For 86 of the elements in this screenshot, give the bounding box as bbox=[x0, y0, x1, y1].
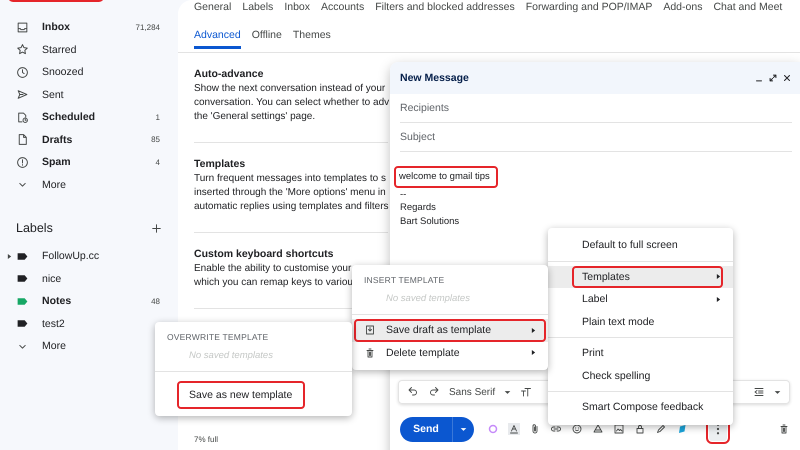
draft-icon bbox=[16, 133, 29, 146]
section-text: the 'General settings' page. bbox=[194, 110, 316, 124]
menu-heading: INSERT TEMPLATE bbox=[363, 274, 446, 287]
sidebar-item[interactable]: Scheduled 1 bbox=[0, 106, 178, 128]
menu-item[interactable]: Print bbox=[548, 342, 733, 364]
add-icon[interactable] bbox=[150, 222, 163, 234]
section-title: Templates bbox=[194, 158, 246, 170]
text-size-icon[interactable] bbox=[520, 386, 532, 398]
sidebar-item[interactable]: Drafts 85 bbox=[0, 128, 178, 151]
section-title: Auto-advance bbox=[194, 68, 264, 80]
sidebar-item[interactable]: Sent bbox=[0, 84, 178, 106]
settings-tab[interactable]: Forwarding and POP/IMAP bbox=[526, 1, 652, 13]
menu-item[interactable]: Label bbox=[548, 288, 733, 310]
settings-tab[interactable]: Labels bbox=[242, 1, 274, 13]
submenu-arrow-icon bbox=[531, 326, 536, 334]
sidebar-item[interactable]: Starred bbox=[0, 38, 178, 61]
trash-icon[interactable] bbox=[778, 423, 790, 435]
settings-tab[interactable]: Filters and blocked addresses bbox=[375, 1, 515, 13]
alert-icon bbox=[16, 156, 29, 169]
settings-tab[interactable]: General bbox=[194, 1, 232, 13]
emoji-icon[interactable] bbox=[571, 423, 583, 435]
send-options-button[interactable] bbox=[452, 416, 474, 442]
send-button[interactable]: Send bbox=[400, 416, 452, 442]
clock-icon bbox=[16, 66, 29, 79]
compose-title: New Message bbox=[400, 72, 470, 84]
sidebar-item[interactable]: Notes 48 bbox=[0, 290, 178, 312]
menu-item[interactable]: Save as new template bbox=[155, 380, 352, 410]
expand-icon[interactable] bbox=[7, 252, 12, 260]
settings-tab[interactable]: Add-ons bbox=[663, 1, 702, 13]
menu-item[interactable]: Templates bbox=[548, 266, 733, 288]
message-text: -- bbox=[400, 188, 406, 201]
storage-text: 7% full bbox=[194, 435, 220, 444]
menu-item[interactable]: Check spelling bbox=[548, 364, 733, 387]
pen-icon[interactable] bbox=[655, 423, 667, 435]
settings-tab[interactable]: Accounts bbox=[321, 1, 364, 13]
section-text: Turn frequent messages into templates to s bbox=[194, 172, 386, 186]
lock-icon[interactable] bbox=[634, 423, 646, 435]
redo-icon[interactable] bbox=[428, 386, 440, 398]
close-icon[interactable] bbox=[782, 73, 792, 83]
section-text: conversation. You can select whether to adv bbox=[194, 96, 390, 110]
message-text: Regards bbox=[400, 201, 436, 214]
triangle-icon[interactable] bbox=[592, 423, 604, 435]
message-text: welcome to gmail tips bbox=[394, 166, 498, 188]
sidebar-item[interactable]: Spam 4 bbox=[0, 151, 178, 174]
undo-icon[interactable] bbox=[407, 386, 419, 398]
section-text: which you can remap keys to variou bbox=[194, 276, 353, 290]
caret-icon[interactable] bbox=[774, 390, 781, 394]
trash-icon bbox=[364, 346, 376, 359]
star-icon bbox=[16, 43, 29, 56]
image-icon[interactable] bbox=[613, 423, 625, 435]
settings-tab[interactable]: Advanced bbox=[194, 29, 241, 49]
section-text: Enable the ability to customise your bbox=[194, 262, 352, 276]
caret-icon bbox=[460, 426, 467, 432]
menu-item[interactable]: Delete template bbox=[352, 342, 548, 364]
sidebar-item[interactable]: More bbox=[0, 174, 178, 196]
menu-item[interactable]: Save draft as template bbox=[352, 319, 548, 342]
scheduled-icon bbox=[16, 110, 29, 124]
text-format-icon[interactable] bbox=[508, 423, 520, 435]
sidebar-item[interactable]: nice bbox=[0, 268, 178, 290]
settings-tab[interactable]: Inbox bbox=[284, 1, 310, 13]
section-text: automatic replies using templates and filters bbox=[194, 200, 389, 214]
submenu-arrow-icon bbox=[531, 349, 536, 356]
sidebar-item[interactable]: FollowUp.cc bbox=[0, 245, 178, 268]
section-title: Custom keyboard shortcuts bbox=[194, 248, 334, 260]
caret-icon[interactable] bbox=[504, 390, 512, 394]
section-text: inserted through the 'More options' menu in bbox=[194, 186, 386, 200]
menu-item[interactable]: Default to full screen bbox=[548, 234, 733, 256]
expand-icon[interactable] bbox=[768, 73, 778, 83]
section-text: Show the next conversation instead of your bbox=[194, 82, 386, 96]
sidebar-item[interactable]: Snoozed bbox=[0, 61, 178, 84]
menu-item[interactable]: Smart Compose feedback bbox=[548, 396, 733, 418]
settings-tab[interactable]: Themes bbox=[292, 29, 331, 41]
settings-tab[interactable]: Chat and Meet bbox=[713, 1, 782, 13]
font-dropdown[interactable]: Sans Serif bbox=[449, 386, 496, 398]
sidebar-item[interactable]: Inbox 71,284 bbox=[0, 16, 178, 38]
empty-text: No saved templates bbox=[188, 349, 274, 363]
download-icon bbox=[364, 324, 376, 336]
inbox-icon bbox=[16, 20, 29, 34]
settings-tab[interactable]: Offline bbox=[252, 29, 282, 41]
indent-icon[interactable] bbox=[753, 386, 765, 398]
message-text: Bart Solutions bbox=[400, 214, 460, 228]
color-ring-icon[interactable] bbox=[487, 423, 499, 435]
empty-text: No saved templates bbox=[385, 292, 471, 306]
labels-heading: Labels bbox=[16, 221, 53, 235]
send-icon bbox=[16, 88, 29, 102]
menu-item[interactable]: Plain text mode bbox=[548, 310, 733, 333]
